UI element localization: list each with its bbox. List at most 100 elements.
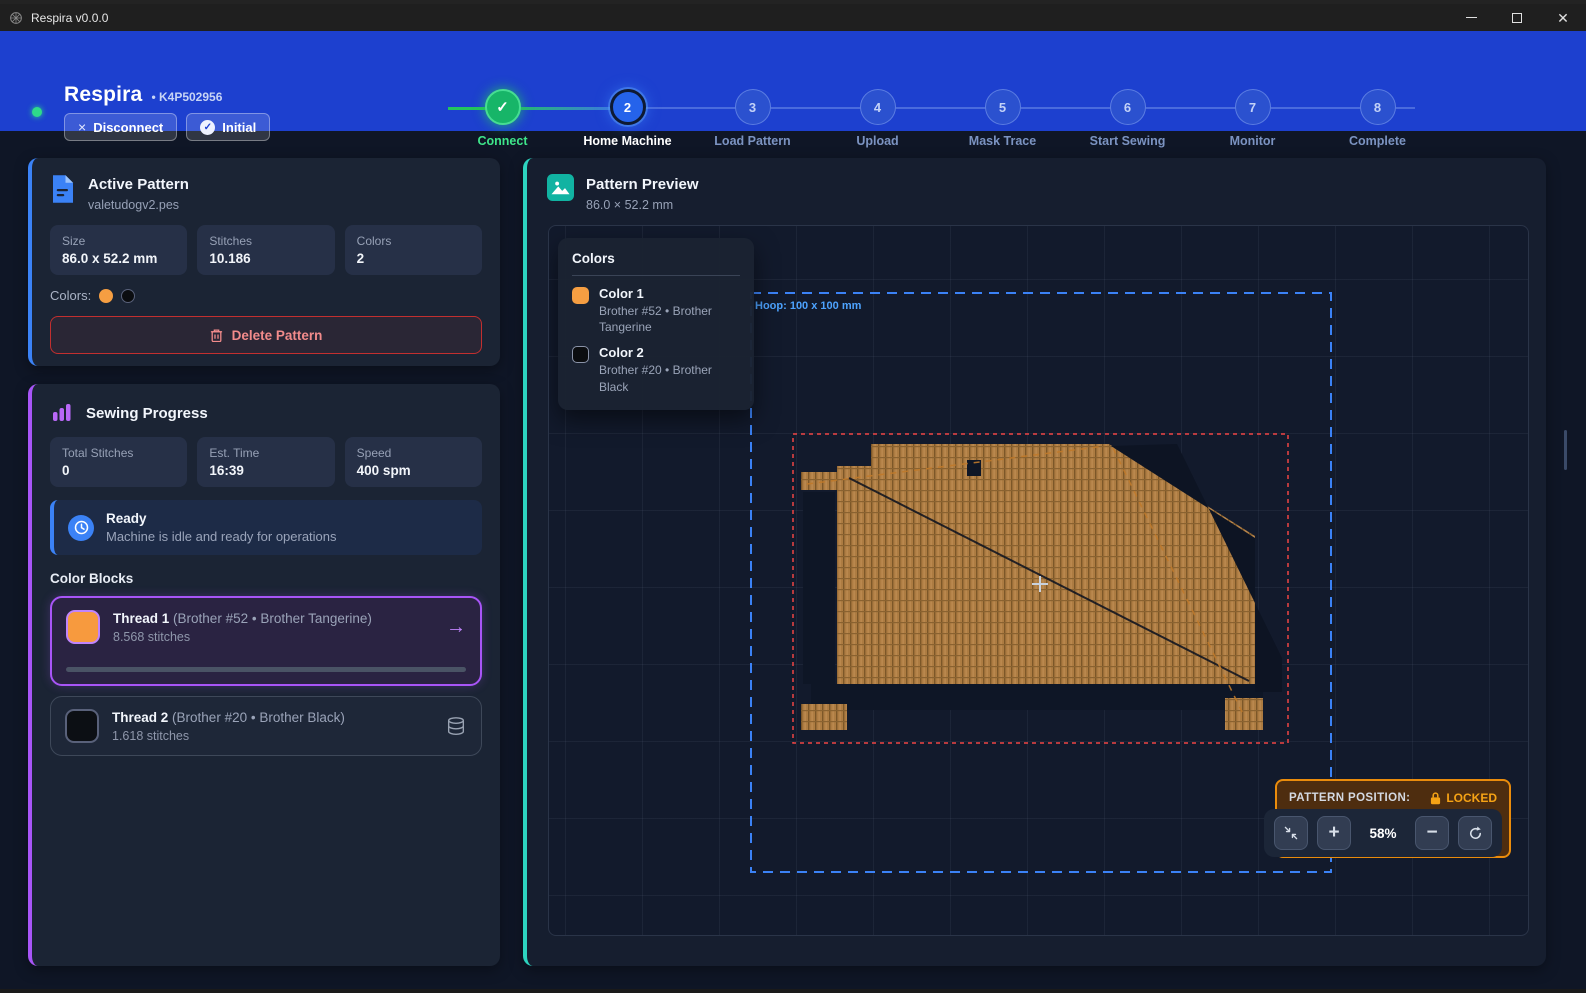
dark-stitch-band — [811, 684, 1263, 710]
zoom-level: 58% — [1360, 826, 1406, 841]
thread-block-1[interactable]: Thread 1 (Brother #52 • Brother Tangerin… — [50, 596, 482, 686]
step-load-pattern[interactable]: 3 Load Pattern — [690, 87, 815, 151]
window-title: Respira v0.0.0 — [31, 11, 108, 25]
window-titlebar: Respira v0.0.0 ✕ — [0, 4, 1586, 31]
app-brand: Respira — [64, 83, 142, 107]
maximize-button[interactable] — [1494, 4, 1540, 31]
stat-size-value: 86.0 x 52.2 mm — [62, 251, 175, 266]
minimize-button[interactable] — [1448, 4, 1494, 31]
clock-icon — [68, 515, 94, 541]
maximize-icon — [1512, 13, 1522, 23]
locked-label: LOCKED — [1446, 791, 1497, 805]
reset-view-button[interactable] — [1458, 816, 1492, 850]
zoom-controls: + 58% − — [1264, 809, 1502, 857]
step-home-machine-circle: 2 — [610, 89, 646, 125]
step-load-pattern-circle: 3 — [735, 89, 771, 125]
thread-1-arrow-icon: → — [446, 616, 466, 639]
sewing-progress-card: Sewing Progress Total Stitches 0 Est. Ti… — [28, 384, 500, 966]
trash-icon — [210, 328, 223, 342]
disconnect-button[interactable]: × Disconnect — [64, 113, 177, 141]
step-upload[interactable]: 4 Upload — [815, 87, 940, 151]
thread-1-detail: (Brother #52 • Brother Tangerine) — [173, 611, 372, 626]
pattern-filename: valetudogv2.pes — [88, 198, 189, 212]
plus-icon: + — [1328, 822, 1339, 844]
legend-desc-1: Brother #52 • Brother Tangerine — [599, 303, 740, 335]
stat-speed: Speed 400 spm — [345, 437, 482, 487]
initial-label: Initial — [222, 120, 256, 135]
thread-2-swatch — [65, 709, 99, 743]
step-home-machine[interactable]: 2 Home Machine — [565, 87, 690, 151]
close-icon: ✕ — [1557, 11, 1569, 25]
zoom-in-button[interactable]: + — [1317, 816, 1351, 850]
minimize-icon — [1466, 17, 1477, 18]
thread-1-progress-bar — [66, 667, 466, 672]
refresh-icon — [1467, 825, 1484, 842]
thread-2-detail: (Brother #20 • Brother Black) — [172, 710, 345, 725]
stat-colors-value: 2 — [357, 251, 470, 266]
stitch-foot-left — [801, 704, 847, 730]
step-monitor[interactable]: 7 Monitor — [1190, 87, 1315, 151]
fit-to-screen-button[interactable] — [1274, 816, 1308, 850]
color-swatch-black — [121, 289, 135, 303]
stat-total-stitches-value: 0 — [62, 463, 175, 478]
step-mask-trace-label: Mask Trace — [969, 134, 1036, 148]
step-complete[interactable]: 8 Complete — [1315, 87, 1440, 151]
step-monitor-label: Monitor — [1230, 134, 1276, 148]
step-start-sewing[interactable]: 6 Start Sewing — [1065, 87, 1190, 151]
active-pattern-title: Active Pattern — [88, 174, 189, 193]
thread-2-stitches: 1.618 stitches — [112, 729, 432, 743]
lock-icon — [1430, 792, 1441, 805]
status-title: Ready — [106, 511, 337, 526]
zoom-out-button[interactable]: − — [1415, 816, 1449, 850]
legend-name-1: Color 1 — [599, 286, 740, 301]
sewing-progress-title: Sewing Progress — [86, 403, 208, 422]
thread-1-swatch — [66, 610, 100, 644]
stat-speed-value: 400 spm — [357, 463, 470, 478]
window-scrollbar-thumb[interactable] — [1564, 430, 1567, 470]
step-start-sewing-circle: 6 — [1110, 89, 1146, 125]
bar-chart-icon — [50, 400, 74, 424]
stitch-foot-right — [1225, 698, 1263, 730]
step-complete-circle: 8 — [1360, 89, 1396, 125]
app-icon — [9, 11, 23, 25]
stat-size-label: Size — [62, 234, 175, 248]
status-description: Machine is idle and ready for operations — [106, 529, 337, 544]
divider — [572, 275, 740, 276]
thread-1-stitches: 8.568 stitches — [113, 630, 433, 644]
pattern-position-label: PATTERN POSITION: — [1289, 792, 1410, 804]
thread-block-2[interactable]: Thread 2 (Brother #20 • Brother Black) 1… — [50, 696, 482, 756]
active-pattern-card: Active Pattern valetudogv2.pes Size 86.0… — [28, 158, 500, 366]
colors-label: Colors: — [50, 288, 91, 303]
step-upload-label: Upload — [856, 134, 898, 148]
pattern-preview-card: Pattern Preview 86.0 × 52.2 mm — [523, 158, 1546, 966]
fit-to-screen-icon — [1283, 825, 1299, 841]
minus-icon: − — [1426, 822, 1437, 844]
stat-total-stitches-label: Total Stitches — [62, 446, 175, 460]
pattern-preview-title: Pattern Preview — [586, 174, 699, 193]
connection-status-dot — [32, 107, 42, 117]
step-mask-trace-circle: 5 — [985, 89, 1021, 125]
color-swatch-orange — [99, 289, 113, 303]
initial-button[interactable]: ✓ Initial — [186, 113, 270, 141]
legend-desc-2: Brother #20 • Brother Black — [599, 362, 740, 394]
step-home-machine-label: Home Machine — [583, 134, 671, 148]
file-icon — [50, 174, 76, 204]
colors-legend-title: Colors — [572, 251, 740, 266]
hoop-size-label: Hoop: 100 x 100 mm — [755, 300, 861, 312]
legend-color-1: Color 1 Brother #52 • Brother Tangerine — [572, 286, 740, 335]
stat-speed-label: Speed — [357, 446, 470, 460]
step-monitor-circle: 7 — [1235, 89, 1271, 125]
stat-stitches-value: 10.186 — [209, 251, 322, 266]
colors-legend-panel: Colors Color 1 Brother #52 • Brother Tan… — [558, 238, 754, 410]
step-connect-circle: ✓ — [485, 89, 521, 125]
step-mask-trace[interactable]: 5 Mask Trace — [940, 87, 1065, 151]
step-connect[interactable]: ✓ Connect — [440, 87, 565, 151]
step-load-pattern-label: Load Pattern — [714, 134, 790, 148]
delete-pattern-button[interactable]: Delete Pattern — [50, 316, 482, 354]
delete-pattern-label: Delete Pattern — [232, 328, 323, 343]
close-button[interactable]: ✕ — [1540, 4, 1586, 31]
stat-est-time-value: 16:39 — [209, 463, 322, 478]
step-connect-label: Connect — [478, 134, 528, 148]
stat-colors: Colors 2 — [345, 225, 482, 275]
step-complete-label: Complete — [1349, 134, 1406, 148]
